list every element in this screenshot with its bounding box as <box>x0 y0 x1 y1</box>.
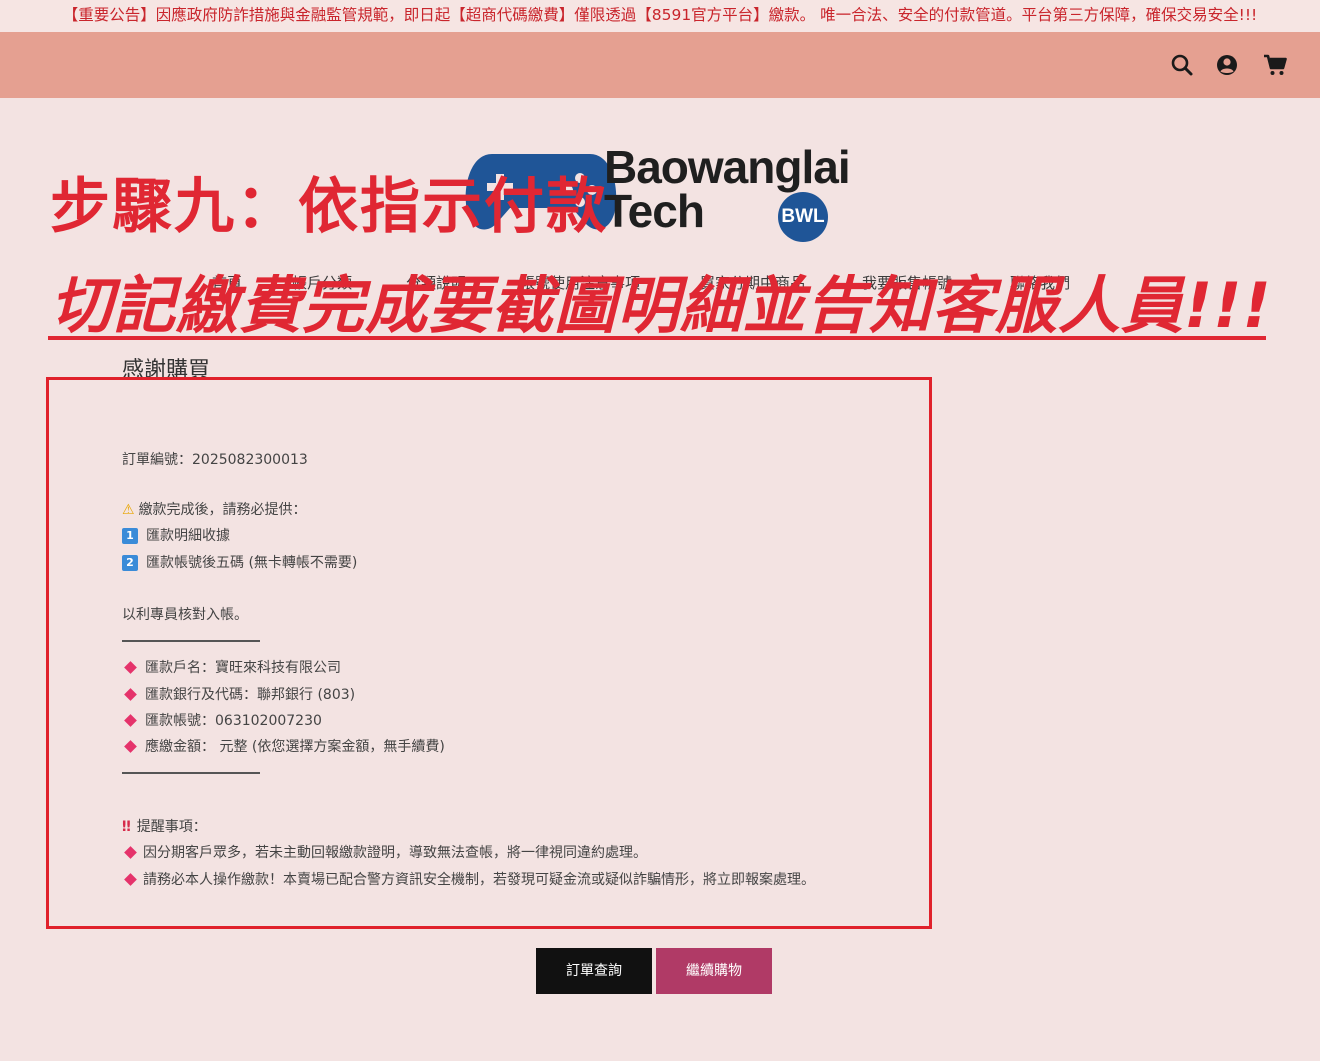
diamond-icon <box>124 846 137 859</box>
divider <box>122 772 260 774</box>
diamond-icon <box>124 740 137 753</box>
list-item: 匯款銀行及代碼：聯邦銀行 (803) <box>122 685 355 705</box>
announcement-bar: 【重要公告】因應政府防詐措施與金融監管規範，即日起【超商代碼繳費】僅限透過【85… <box>0 0 1320 32</box>
notice-heading: 繳款完成後，請務必提供： <box>138 502 307 518</box>
diamond-icon <box>124 714 137 727</box>
continue-shopping-button[interactable]: 繼續購物 <box>656 948 772 994</box>
notice-item: 匯款帳號後五碼 (無卡轉帳不需要) <box>146 555 358 571</box>
reminder-heading: 提醒事項： <box>136 819 207 835</box>
user-icon[interactable] <box>1214 52 1240 78</box>
step-overlay-title: 步驟九：依指示付款 <box>50 172 608 242</box>
list-item: 請務必本人操作繳款！本賣場已配合警方資訊安全機制，若發現可疑金流或疑似詐騙情形，… <box>122 870 815 890</box>
diamond-icon <box>124 661 137 674</box>
list-item: 應繳金額： 元整 (依您選擇方案金額，無手續費) <box>122 737 445 757</box>
divider <box>122 640 260 642</box>
list-item: 匯款帳號：063102007230 <box>122 711 322 731</box>
reminder-heading-row: ‼ 提醒事項： <box>122 817 207 837</box>
reminder-text: 請務必本人操作繳款！本賣場已配合警方資訊安全機制，若發現可疑金流或疑似詐騙情形，… <box>143 872 815 888</box>
number-two-icon: 2 <box>122 555 138 571</box>
list-item: 2 匯款帳號後五碼 (無卡轉帳不需要) <box>122 553 357 573</box>
payment-amount: 應繳金額： 元整 (依您選擇方案金額，無手續費) <box>145 739 445 755</box>
diamond-icon <box>124 688 137 701</box>
account-number: 匯款帳號：063102007230 <box>145 713 322 729</box>
search-icon[interactable] <box>1169 52 1195 78</box>
account-name: 匯款戶名：寶旺來科技有限公司 <box>145 660 341 676</box>
list-item: 因分期客戶眾多，若未主動回報繳款證明，導致無法查帳，將一律視同違約處理。 <box>122 843 647 863</box>
list-item: 1 匯款明細收據 <box>122 526 230 546</box>
order-number: 訂單編號：2025082300013 <box>122 452 308 468</box>
notice-item: 匯款明細收據 <box>146 528 230 544</box>
cart-icon[interactable] <box>1262 52 1288 78</box>
number-one-icon: 1 <box>122 528 138 544</box>
reminder-text: 因分期客戶眾多，若未主動回報繳款證明，導致無法查帳，將一律視同違約處理。 <box>143 845 647 861</box>
purpose-text: 以利專員核對入帳。 <box>122 607 248 623</box>
warning-icon: ⚠ <box>122 502 135 518</box>
warning-underline <box>48 336 1266 340</box>
warning-overlay-text: 切記繳費完成要截圖明細並告知客服人員!!! <box>50 269 1272 342</box>
double-exclamation-icon: ‼ <box>122 819 131 835</box>
notice-heading-row: ⚠ 繳款完成後，請務必提供： <box>122 500 307 520</box>
logo-wordmark-tech: Tech <box>604 185 705 237</box>
bank-code: 匯款銀行及代碼：聯邦銀行 (803) <box>145 687 356 703</box>
diamond-icon <box>124 873 137 886</box>
list-item: 匯款戶名：寶旺來科技有限公司 <box>122 658 341 678</box>
site-header <box>0 32 1320 98</box>
order-query-button[interactable]: 訂單查詢 <box>536 948 652 994</box>
logo-badge: BWL <box>778 192 828 242</box>
